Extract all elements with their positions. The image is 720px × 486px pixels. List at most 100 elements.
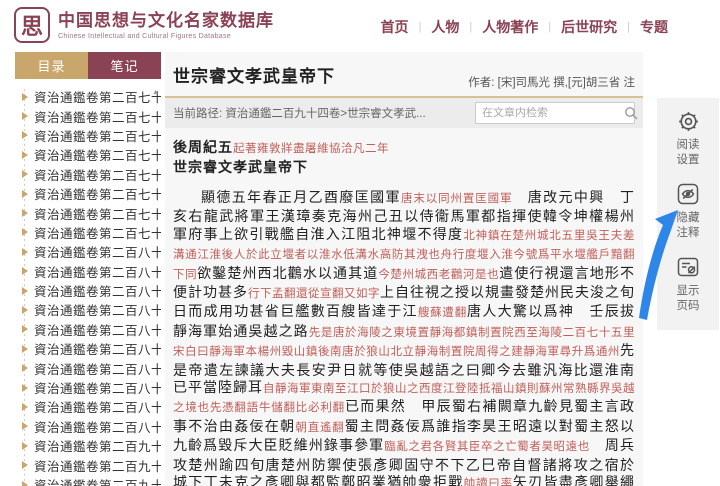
reading-area: 後周紀五起著雍敦牂盡屠維協洽凡二年 世宗睿文孝武皇帝下 顯德五年春正月乙酉廢匡國… [165,128,643,486]
nav-item-5[interactable]: 专题 [640,17,668,37]
toc-item[interactable]: 資治通鑑卷第二百八十 [21,242,161,261]
toc-item[interactable]: 資治通鑑卷第二百八十一 [21,262,161,281]
toc-item-label: 資治通鑑卷第二百八十三 [34,300,161,319]
title-row: 世宗睿文孝武皇帝下 作者: [宋]司馬光 撰,[元]胡三省 注 [165,52,643,98]
toc-item-label: 資治通鑑卷第二百七十五 [34,145,161,164]
toc-item[interactable]: 資治通鑑卷第二百八十六 [21,358,161,377]
triangle-bullet-icon [22,345,28,353]
toc-item-label: 資治通鑑卷第二百八十九 [34,417,161,436]
logo[interactable]: 思 中国思想与文化名家数据库 Chinese Intellectual and … [14,7,274,43]
toc-list: ▲ 資治通鑑卷第二百七十二資治通鑑卷第二百七十三資治通鑑卷第二百七十四資治通鑑卷… [15,79,161,486]
toc-item-label: 資治通鑑卷第二百八十二 [34,281,161,300]
toc-item[interactable]: 資治通鑑卷第二百七十五 [21,145,161,164]
toc-item[interactable]: 資治通鑑卷第二百九十二 [21,475,161,486]
nav-item-1[interactable]: 首页 [381,17,409,37]
book-heading-line: 後周紀五起著雍敦牂盡屠維協洽凡二年 [173,139,635,159]
breadcrumb-row: 当前路径: 資治通鑑二百九十四卷>世宗睿文孝武... [165,98,643,128]
nav-separator: | [469,21,472,33]
annotation-note-text: 今楚州城西老鸛河是也 [378,269,499,281]
show-page-numbers-label: 显示页码 [674,284,702,314]
toc-item[interactable]: 資治通鑑卷第二百八十五 [21,339,161,358]
triangle-bullet-icon [22,93,28,101]
toc-item[interactable]: 資治通鑑卷第二百七十七 [21,184,161,203]
reading-settings-label: 阅读设置 [674,138,702,168]
body-text: 顯德五年春正月乙酉廢匡國軍 [201,189,401,205]
triangle-bullet-icon [22,403,28,411]
toc-item-label: 資治通鑑卷第二百八十四 [34,320,161,339]
sidebar: 目录 笔记 ▲ 資治通鑑卷第二百七十二資治通鑑卷第二百七十三資治通鑑卷第二百七十… [15,52,161,486]
toc-item[interactable]: 資治通鑑卷第二百七十四 [21,126,161,145]
toc-item-label: 資治通鑑卷第二百九十 [34,436,161,455]
triangle-bullet-icon [22,481,28,486]
toc-item[interactable]: 資治通鑑卷第二百九十一 [21,455,161,474]
toc-item[interactable]: 資治通鑑卷第二百九十 [21,436,161,455]
hide-annotations-button[interactable]: 隐藏注释 [674,182,702,241]
top-nav: 首页|人物|人物著作|后世研究|专题 [381,17,668,37]
toc-item-label: 資治通鑑卷第二百八十一 [34,262,161,281]
nav-separator: | [627,21,630,33]
nav-item-2[interactable]: 人物 [431,17,459,37]
toc-item-label: 資治通鑑卷第二百八十七 [34,378,161,397]
toc-item[interactable]: 資治通鑑卷第二百七十三 [21,106,161,125]
triangle-bullet-icon [22,442,28,450]
toc-item[interactable]: 資治通鑑卷第二百七十八 [21,203,161,222]
triangle-bullet-icon [22,267,28,275]
search-icon[interactable] [624,106,638,120]
toc-item[interactable]: 資治通鑑卷第二百七十九 [21,223,161,242]
annotation-note-text: 臨亂之君各賢其臣卒之亡蜀者昊昭遠也 [384,441,590,453]
toc-item-label: 資治通鑑卷第二百七十六 [34,165,161,184]
toc-item[interactable]: 資治通鑑卷第二百八十七 [21,378,161,397]
toc-item[interactable]: 資治通鑑卷第二百七十二 [21,87,161,106]
breadcrumb: 当前路径: 資治通鑑二百九十四卷>世宗睿文孝武... [173,105,426,121]
annotation-note-text: 帥讀曰率 [464,478,513,486]
page-title: 世宗睿文孝武皇帝下 [173,62,335,87]
toc-item[interactable]: 資治通鑑卷第二百八十二 [21,281,161,300]
toc-item-label: 資治通鑑卷第二百七十九 [34,223,161,242]
toc-item-label: 資治通鑑卷第二百八十六 [34,359,161,378]
hide-annotations-label: 隐藏注释 [674,211,702,241]
nav-separator: | [419,21,422,33]
toc-item-label: 資治通鑑卷第二百八十五 [34,339,161,358]
tab-toc[interactable]: 目录 [15,52,88,79]
brand-text: 中国思想与文化名家数据库 Chinese Intellectual and Cu… [58,11,274,40]
search-input[interactable] [482,107,624,119]
page: 思 中国思想与文化名家数据库 Chinese Intellectual and … [0,0,720,486]
triangle-bullet-icon [22,151,28,159]
eye-off-icon [676,182,700,206]
toc-item[interactable]: 資治通鑑卷第二百八十九 [21,417,161,436]
body-text: 欲鑿楚州西北鸛水以通其道 [197,265,378,281]
brand-title: 中国思想与文化名家数据库 [58,11,274,31]
toc-item-label: 資治通鑑卷第二百七十四 [34,126,161,145]
chapter-heading: 世宗睿文孝武皇帝下 [173,159,635,177]
toc-item[interactable]: 資治通鑑卷第二百八十八 [21,397,161,416]
toc-item-label: 資治通鑑卷第二百七十七 [34,184,161,203]
triangle-bullet-icon [22,209,28,217]
right-toolbar: 阅读设置 隐藏注释 显示页码 [657,98,719,330]
seal-logo-icon: 思 [14,7,50,43]
show-page-numbers-button[interactable]: 显示页码 [674,255,702,314]
toc-item[interactable]: 資治通鑑卷第二百八十四 [21,320,161,339]
reading-settings-button[interactable]: 阅读设置 [674,110,702,168]
triangle-bullet-icon [22,190,28,198]
triangle-bullet-icon [22,170,28,178]
annotation-note-text: 朝直遙翻 [295,422,344,434]
reading-paragraph: 顯德五年春正月乙酉廢匡國軍唐末以同州置匡國軍 唐改元中興 丁亥右龍武將軍王漢璋奏… [173,189,635,486]
triangle-bullet-icon [22,248,28,256]
triangle-bullet-icon [22,228,28,236]
toc-item[interactable]: 資治通鑑卷第二百七十六 [21,165,161,184]
search-box [475,102,635,124]
sidebar-tabs: 目录 笔记 [15,52,161,79]
nav-item-3[interactable]: 人物著作 [482,17,538,37]
toc-item-label: 資治通鑑卷第二百八十八 [34,397,161,416]
triangle-bullet-icon [22,112,28,120]
scroll-up-arrow-icon[interactable]: ▲ [152,89,159,96]
annotation-note-text: 唐末以同州置匡國軍 [401,193,512,205]
top-header: 思 中国思想与文化名家数据库 Chinese Intellectual and … [0,0,720,52]
author-line: 作者: [宋]司馬光 撰,[元]胡三省 注 [468,74,635,90]
nav-item-4[interactable]: 后世研究 [561,17,617,37]
triangle-bullet-icon [22,422,28,430]
book-heading: 後周紀五 [173,139,233,155]
tab-notes[interactable]: 笔记 [88,52,161,79]
toc-item-label: 資治通鑑卷第二百八十 [34,242,161,261]
toc-item[interactable]: 資治通鑑卷第二百八十三 [21,300,161,319]
